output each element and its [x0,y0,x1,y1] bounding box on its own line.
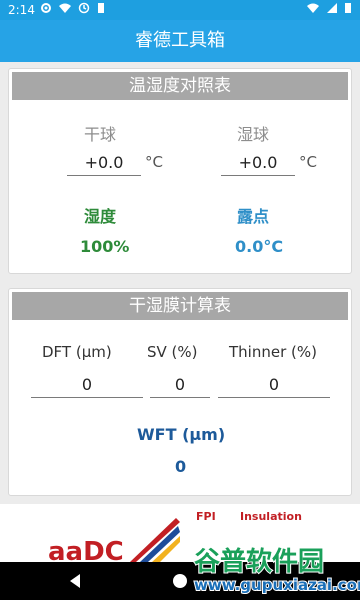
battery-icon [344,2,352,17]
film-thickness-card: 干湿膜计算表 DFT (μm) SV (%) Thinner (%) 0 0 0… [8,288,352,496]
wet-bulb-unit: °C [299,153,317,171]
temp-card-header: 温湿度对照表 [12,72,348,100]
dft-input[interactable]: 0 [31,373,143,398]
wet-bulb-input[interactable]: +0.0 [221,151,295,176]
watermark-url: www.gupuxiazai.com [194,576,360,594]
settings-gear-icon [40,2,52,17]
status-time: 2:14 [8,3,35,17]
sd-card-icon [96,2,106,17]
film-card-header: 干湿膜计算表 [12,292,348,320]
status-bar: 2:14 [0,0,360,20]
dft-label: DFT (μm) [42,343,112,361]
watermark-title: 谷普软件园 [194,546,324,577]
back-icon[interactable] [68,573,82,593]
sv-label: SV (%) [147,343,198,361]
logo-text-insulation: Insulation [240,510,302,523]
dewpoint-label: 露点 [237,207,270,226]
thinner-label: Thinner (%) [229,343,317,361]
wft-value: 0 [175,457,187,476]
wifi-icon [306,2,320,17]
notification-icon [58,2,72,17]
signal-icon [326,2,338,17]
app-bar: 睿德工具箱 [0,20,360,62]
dry-bulb-unit: °C [145,153,163,171]
sv-input[interactable]: 0 [150,373,210,398]
humidity-value: 100% [80,237,130,256]
wet-bulb-label: 湿球 [237,125,270,144]
app-title: 睿德工具箱 [135,30,225,51]
logo-text-fpi: FPI [196,510,216,523]
svg-text:aaDC: aaDC [48,537,124,562]
thinner-input[interactable]: 0 [218,373,330,398]
home-icon[interactable] [172,573,188,593]
watermark: 谷普软件园 www.gupuxiazai.com [188,540,360,596]
wft-label: WFT (μm) [137,425,226,444]
dewpoint-value: 0.0°C [235,237,284,256]
humidity-label: 湿度 [84,207,117,226]
sync-icon [78,2,90,17]
dry-bulb-input[interactable]: +0.0 [67,151,141,176]
dry-bulb-label: 干球 [84,125,117,144]
watermark-logo-icon: 谷普软件园 www.gupuxiazai.com [193,545,360,595]
temp-humidity-card: 温湿度对照表 干球 湿球 +0.0 °C +0.0 °C 湿度 100% 露点 … [8,68,352,274]
